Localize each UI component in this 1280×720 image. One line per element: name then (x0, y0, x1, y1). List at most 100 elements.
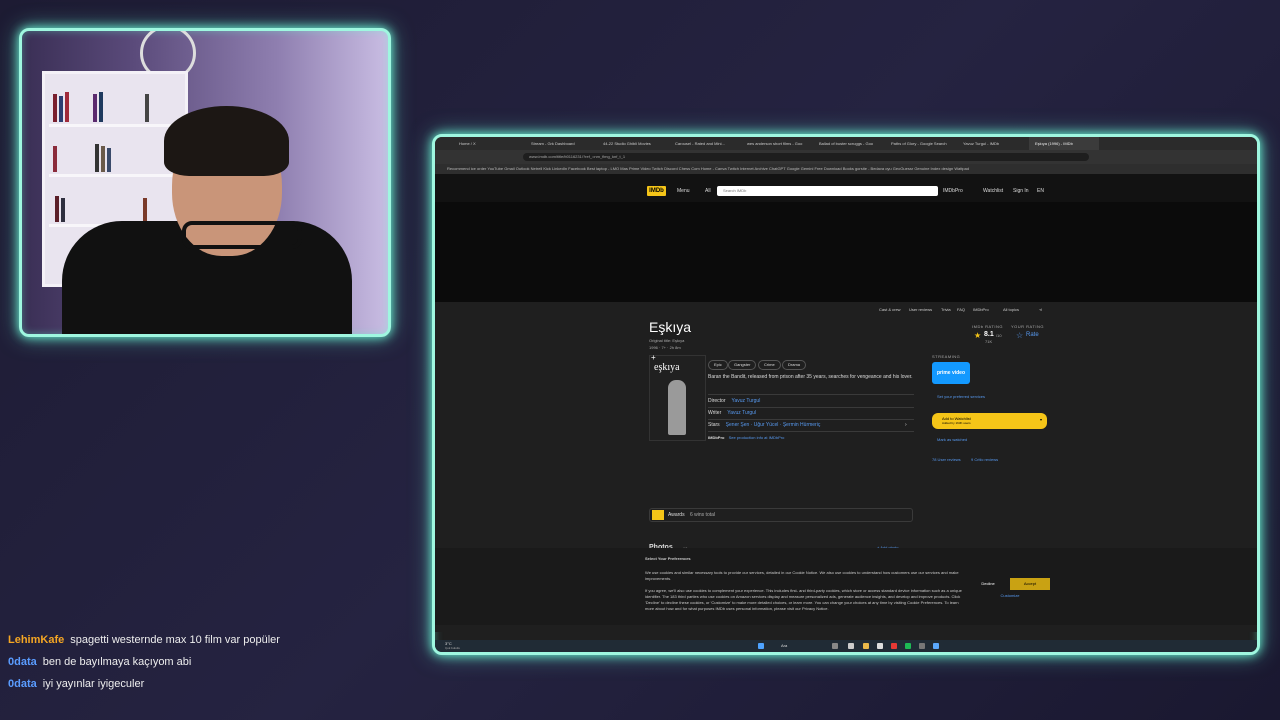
chat-text: spagetti westernde max 10 film var popül… (70, 634, 280, 646)
cookie-banner: Select Your Preferences We use cookies a… (435, 548, 1257, 625)
chat-username: 0data (8, 656, 37, 668)
webcam-frame (19, 28, 391, 337)
cookie-heading: Select Your Preferences (645, 556, 691, 561)
taskbar-app-icon[interactable] (933, 643, 939, 649)
browser-tab[interactable]: Stream - Grk Dashboard (525, 137, 595, 150)
subnav-all-topics[interactable]: All topics (1003, 307, 1019, 312)
rate-button[interactable]: Rate (1026, 332, 1039, 338)
divider (708, 407, 914, 408)
chat-message: LehimKafe spagetti westernde max 10 film … (8, 634, 280, 646)
customize-button[interactable]: Customize (991, 590, 1029, 602)
search-input[interactable]: Search IMDb (717, 186, 938, 196)
browser-tab[interactable]: wes anderson short films - Goo (741, 137, 811, 150)
taskbar-app-icon[interactable] (877, 643, 883, 649)
rating-scale: /10 (996, 333, 1002, 338)
folder-icon[interactable] (863, 643, 869, 649)
rating-count: 71K (985, 339, 993, 344)
set-provider-link[interactable]: Set your preferred services (937, 394, 985, 399)
poster-figure (668, 380, 686, 435)
search-scope[interactable]: All (705, 188, 711, 194)
sign-in-link[interactable]: Sign In (1013, 188, 1029, 194)
chat-message: 0data iyi yayınlar iyigeculer (8, 678, 144, 690)
subnav-trivia[interactable]: Trivia (941, 307, 951, 312)
add-to-watchlist-button[interactable]: Add to Watchlist Added by 163K users ▾ (932, 413, 1047, 429)
bookmarks-bar[interactable]: Recommend ice order YouTube Gmail Outloo… (435, 164, 1257, 174)
accept-button[interactable]: Accept (1010, 578, 1050, 590)
browser-tab[interactable]: Ballad of buster scruggs - Goo (813, 137, 883, 150)
watchlist-link[interactable]: Watchlist (983, 188, 1003, 194)
awards-row[interactable]: Awards 6 wins total (649, 508, 913, 522)
browser-tab[interactable]: Home / X (453, 137, 523, 150)
share-icon[interactable]: ⋖ (1039, 307, 1042, 312)
chat-username: 0data (8, 678, 37, 690)
browser-tab-bar: Home / X Stream - Grk Dashboard 44-22 St… (435, 137, 1257, 150)
director-link[interactable]: Yavuz Turgul (732, 398, 761, 404)
browser-tab[interactable]: Paths of Glory - Google Search (885, 137, 955, 150)
page-title: Eşkıya (649, 319, 692, 335)
plot-summary: Baran the Bandit, released from prison a… (708, 374, 913, 380)
screen-capture: Home / X Stream - Grk Dashboard 44-22 St… (432, 134, 1260, 655)
imdb-logo[interactable]: IMDb (647, 186, 666, 196)
poster-image[interactable]: eşkıya (649, 355, 706, 441)
language-select[interactable]: EN (1037, 188, 1044, 194)
add-watchlist-ribbon-icon[interactable]: + (651, 353, 656, 362)
genre-chip[interactable]: Gangster (728, 360, 757, 370)
pro-link[interactable]: See production info at IMDbPro (729, 435, 785, 440)
chat-text: ben de bayılmaya kaçıyom abi (42, 656, 192, 668)
person-hair (164, 106, 289, 176)
stars-row: Stars Şener Şen · Uğur Yücel · Şermin Hür… (708, 422, 820, 428)
browser-tab[interactable]: 44-22 Studio Ghibli Movies (597, 137, 667, 150)
your-rating-label: YOUR RATING (1011, 324, 1044, 329)
divider (708, 394, 914, 395)
streaming-label: STREAMING (932, 354, 961, 359)
imdbpro-row[interactable]: IMDbPro See production info at IMDbPro (708, 435, 784, 440)
subnav-cast[interactable]: Cast & crew (879, 307, 901, 312)
taskbar-app-icon[interactable] (848, 643, 854, 649)
critic-reviews-link[interactable]: 9 Critic reviews (971, 457, 998, 462)
chat-username: LehimKafe (8, 634, 65, 646)
imdbpro-badge: IMDbPro (708, 435, 725, 440)
url-input[interactable]: www.imdb.com/title/tt0116231/?ref_=nm_fl… (523, 153, 1089, 161)
chat-message: 0data ben de bayılmaya kaçıyom abi (8, 656, 191, 668)
glasses (182, 221, 302, 249)
writer-link[interactable]: Yavuz Turgul (727, 410, 756, 416)
browser-tab-active[interactable]: Eşkıya (1996) - IMDb (1029, 137, 1099, 150)
title-meta: 1996 · 7+ · 2h 8m (649, 345, 681, 350)
poster-title: eşkıya (654, 362, 680, 373)
spotify-icon[interactable] (905, 643, 911, 649)
genre-chip[interactable]: Epic (708, 360, 728, 370)
watchlist-btn-sub: Added by 163K users (942, 421, 971, 425)
windows-start-icon[interactable] (758, 643, 764, 649)
browser-tab[interactable]: Yavuz Turgul - IMDb (957, 137, 1027, 150)
awards-tag (652, 510, 664, 520)
chrome-icon[interactable] (891, 643, 897, 649)
taskbar-app-icon[interactable] (832, 643, 838, 649)
chevron-right-icon[interactable]: › (905, 422, 907, 428)
stars-label: Stars (708, 422, 720, 428)
prime-video-logo[interactable]: prime video (932, 362, 970, 384)
imdb-rating-value: 8.1 (984, 331, 994, 338)
cookie-text-2: If you agree, we'll also use cookies to … (645, 588, 962, 611)
user-reviews-link[interactable]: 78 User reviews (932, 457, 961, 462)
mark-watched-link[interactable]: Mark as watched (937, 437, 967, 442)
chat-text: iyi yayınlar iyigeculer (42, 678, 145, 690)
subnav-imdbpro[interactable]: IMDbPro (973, 307, 989, 312)
genre-chip[interactable]: Drama (782, 360, 807, 370)
taskbar-app-icon[interactable] (919, 643, 925, 649)
awards-text: 6 wins total (690, 512, 716, 518)
genre-chip[interactable]: Crime (758, 360, 781, 370)
chevron-down-icon[interactable]: ▾ (1040, 417, 1042, 422)
writer-label: Writer (708, 410, 722, 416)
rate-star-icon[interactable]: ☆ (1016, 331, 1023, 340)
director-row: Director Yavuz Turgul (708, 398, 760, 404)
browser-tab[interactable]: Carousel - Rated and Mini... (669, 137, 739, 150)
divider (708, 419, 914, 420)
menu-button[interactable]: Menu (677, 188, 690, 194)
decline-button[interactable]: Decline (971, 578, 1005, 590)
imdbpro-link[interactable]: IMDbPro (943, 188, 963, 194)
subnav-reviews[interactable]: User reviews (909, 307, 932, 312)
subnav-faq[interactable]: FAQ (957, 307, 965, 312)
awards-label: Awards (668, 512, 685, 518)
taskbar-search[interactable]: Ara (781, 643, 787, 648)
stars-links[interactable]: Şener Şen · Uğur Yücel · Şermin Hürmeriç (726, 422, 821, 428)
